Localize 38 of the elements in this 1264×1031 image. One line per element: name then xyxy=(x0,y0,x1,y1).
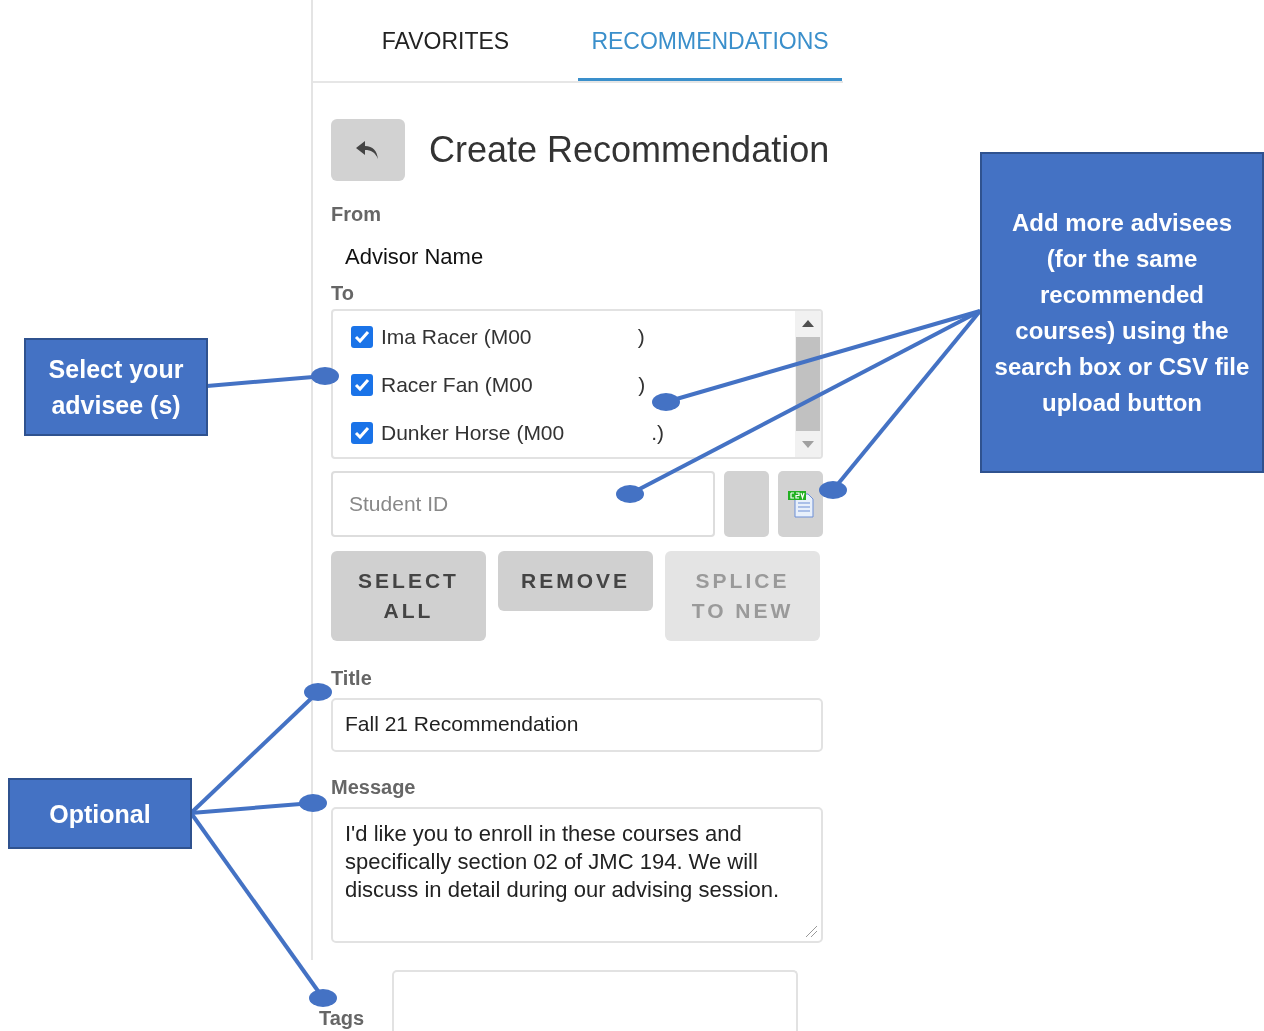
field-label: To xyxy=(331,282,355,305)
tab[interactable]: FAVORITES xyxy=(313,10,578,81)
message-field[interactable]: I'd like you to enroll in these courses and specifically section 02 of JMC 194. We will discuss in detail during our advising session. xyxy=(331,807,823,943)
student-id-field[interactable]: Student ID xyxy=(331,471,716,537)
resize-grip-icon[interactable] xyxy=(804,924,818,938)
advisee-name: Dunker Horse (M00 xyxy=(381,421,565,445)
checkmark-icon xyxy=(354,426,370,440)
page-title: Create Recommendation xyxy=(429,129,830,171)
field-label: From xyxy=(331,203,382,226)
field-label: Message xyxy=(331,776,417,799)
csv-upload-button[interactable] xyxy=(778,471,823,537)
action-button[interactable]: SELECT ALL xyxy=(331,551,486,641)
callout-box: Add more advisees (for the same recommended courses) using the search box or CSV file upload button xyxy=(980,152,1264,473)
advisee-name: Racer Fan (M00 xyxy=(381,373,533,397)
checkmark-icon xyxy=(354,378,370,392)
callout-box: Select your advisee (s) xyxy=(24,338,208,436)
advisee-id-end: .) xyxy=(650,421,665,445)
back-button[interactable] xyxy=(331,119,405,181)
callout-box: Optional xyxy=(8,778,192,849)
field-label: Title xyxy=(331,667,373,690)
scroll-up-icon[interactable] xyxy=(802,319,814,327)
title-field[interactable]: Fall 21 Recommendation xyxy=(331,698,823,752)
tags-field[interactable] xyxy=(392,970,799,1031)
action-button[interactable]: REMOVE xyxy=(498,551,653,611)
advisee-name: Ima Racer (M00 xyxy=(381,325,532,349)
scrollbar[interactable] xyxy=(795,311,821,457)
advisee-id-end: ) xyxy=(637,373,646,397)
checkbox[interactable] xyxy=(351,422,373,444)
back-arrow-icon xyxy=(355,139,381,161)
tab[interactable]: RECOMMENDATIONS xyxy=(578,10,842,81)
advisee-id-end: ) xyxy=(636,325,645,349)
field-label: Tags xyxy=(319,1007,365,1031)
sender-name: Advisor Name xyxy=(344,243,485,271)
csv-file-icon xyxy=(786,490,815,518)
checkbox[interactable] xyxy=(351,326,373,348)
scroll-down-icon[interactable] xyxy=(802,441,814,449)
checkbox[interactable] xyxy=(351,374,373,396)
checkmark-icon xyxy=(354,330,370,344)
